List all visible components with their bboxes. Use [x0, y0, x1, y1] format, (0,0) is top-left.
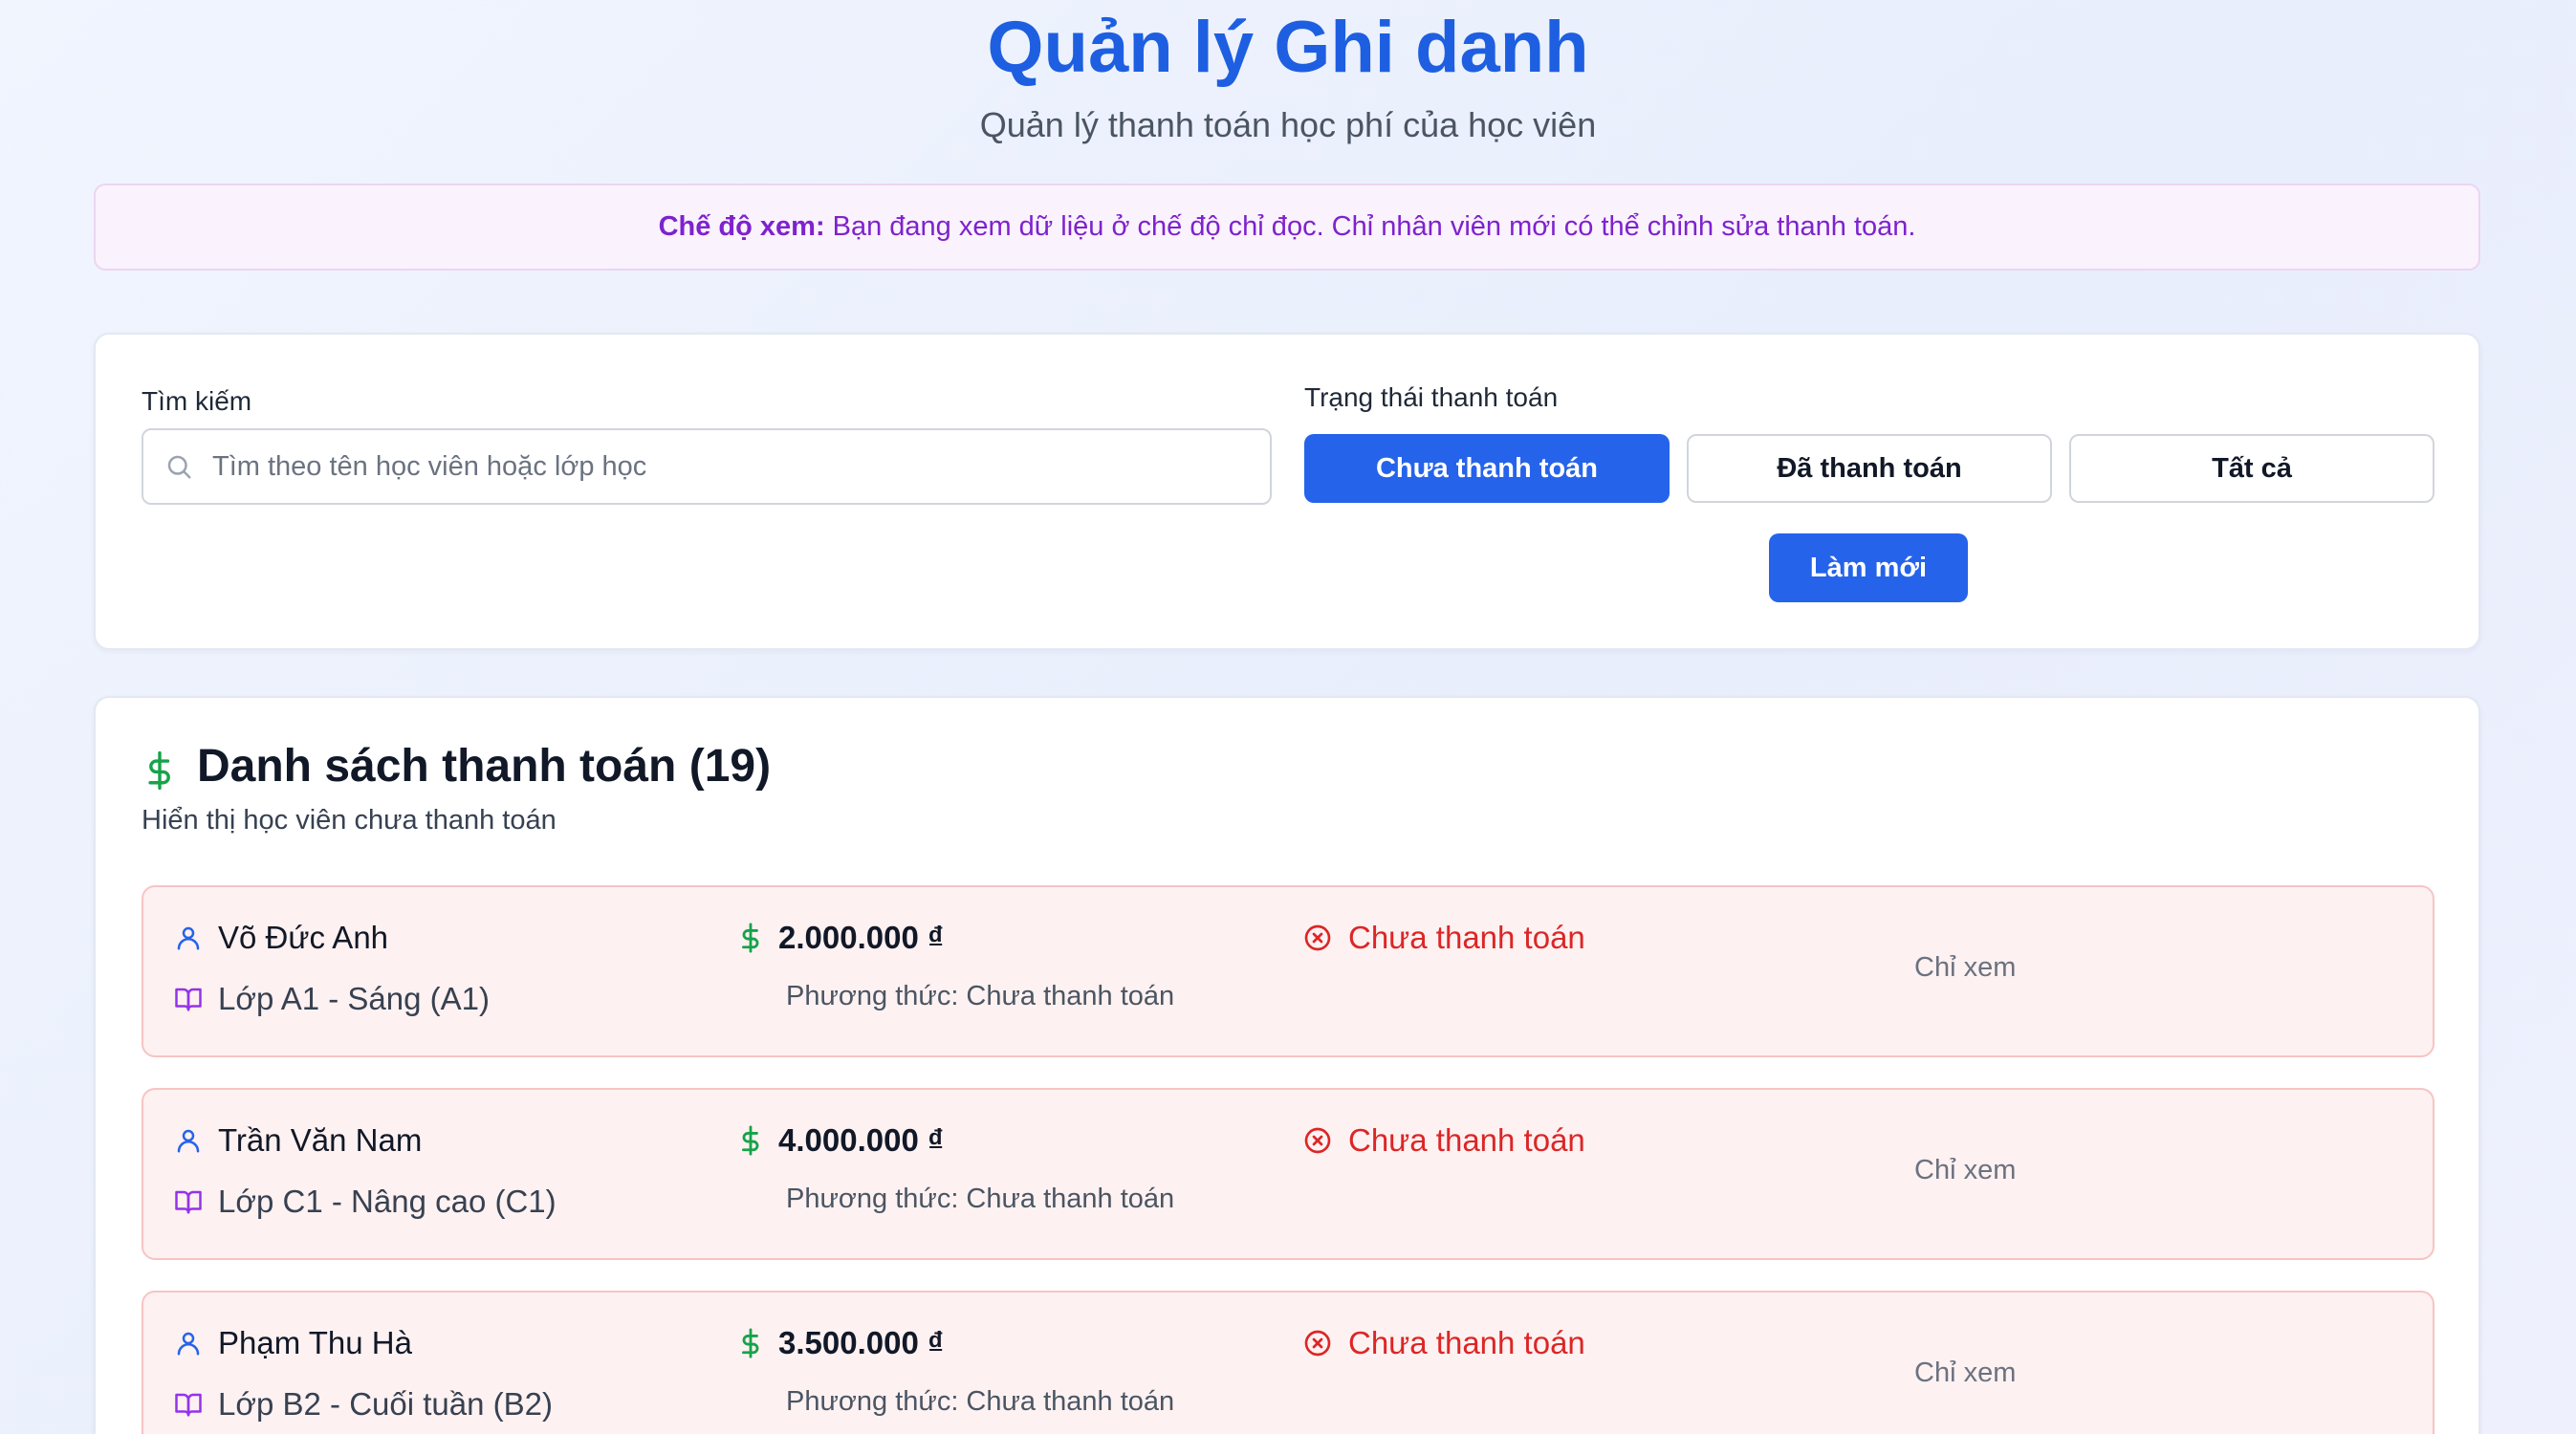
status-text: Chưa thanh toán [1348, 1325, 1585, 1360]
payment-row: Trần Văn Nam Lớp C1 - Nâng cao (C1) 4.00… [142, 1088, 2434, 1260]
status-cell: Chưa thanh toán [1302, 1122, 1585, 1159]
read-only-notice: Chế độ xem: Bạn đang xem dữ liệu ở chế đ… [94, 184, 2480, 271]
class-cell: Lớp C1 - Nâng cao (C1) [174, 1184, 557, 1220]
search-label: Tìm kiếm [142, 386, 252, 416]
status-unpaid-button[interactable]: Chưa thanh toán [1304, 434, 1670, 503]
notice-label: Chế độ xem: [658, 211, 825, 242]
book-open-icon [174, 1390, 203, 1419]
user-icon [174, 1126, 203, 1155]
payment-list-subtitle: Hiển thị học viên chưa thanh toán [142, 805, 557, 836]
class-name: Lớp A1 - Sáng (A1) [218, 981, 490, 1016]
status-text: Chưa thanh toán [1348, 1122, 1585, 1158]
search-input[interactable] [212, 450, 1245, 483]
amount-value: 4.000.000 ₫ [778, 1122, 944, 1158]
student-cell: Trần Văn Nam [174, 1122, 422, 1159]
book-open-icon [174, 985, 203, 1013]
class-cell: Lớp B2 - Cuối tuần (B2) [174, 1386, 553, 1423]
status-text: Chưa thanh toán [1348, 920, 1585, 955]
payment-row: Võ Đức Anh Lớp A1 - Sáng (A1) 2.000.000 … [142, 885, 2434, 1057]
view-only-label: Chỉ xem [1914, 952, 2017, 983]
page: Quản lý Ghi danh Quản lý thanh toán học … [0, 0, 2576, 1434]
payment-row: Phạm Thu Hà Lớp B2 - Cuối tuần (B2) 3.50… [142, 1291, 2434, 1434]
amount-cell: 3.500.000 ₫ [738, 1325, 944, 1361]
amount-cell: 4.000.000 ₫ [738, 1122, 944, 1159]
view-only-label: Chỉ xem [1914, 1155, 2017, 1185]
view-only-label: Chỉ xem [1914, 1358, 2017, 1388]
amount-value: 2.000.000 ₫ [778, 920, 944, 955]
status-cell: Chưa thanh toán [1302, 920, 1585, 956]
page-subtitle: Quản lý thanh toán học phí của học viên [979, 105, 1597, 144]
dollar-icon [738, 922, 763, 954]
status-cell: Chưa thanh toán [1302, 1325, 1585, 1361]
class-cell: Lớp A1 - Sáng (A1) [174, 981, 490, 1017]
amount-cell: 2.000.000 ₫ [738, 920, 944, 956]
payment-list-title: Danh sách thanh toán (19) [197, 741, 772, 792]
status-filter-label: Trạng thái thanh toán [1304, 382, 1559, 412]
student-cell: Võ Đức Anh [174, 920, 388, 956]
dollar-icon [738, 1327, 763, 1359]
search-icon [167, 455, 191, 479]
status-all-button[interactable]: Tất cả [2069, 434, 2434, 503]
filter-card: Tìm kiếm Trạng thái thanh toán Chưa than… [94, 333, 2480, 650]
x-circle-icon [1302, 1125, 1333, 1156]
student-name: Trần Văn Nam [218, 1122, 423, 1158]
payment-method: Phương thức: Chưa thanh toán [786, 981, 1175, 1011]
dollar-icon [143, 750, 176, 796]
payment-list-card: Danh sách thanh toán (19) Hiển thị học v… [94, 696, 2480, 1434]
student-name: Võ Đức Anh [218, 920, 389, 955]
user-icon [174, 1329, 203, 1358]
page-title: Quản lý Ghi danh [987, 7, 1589, 88]
x-circle-icon [1302, 923, 1333, 953]
book-open-icon [174, 1187, 203, 1216]
refresh-button[interactable]: Làm mới [1769, 533, 1968, 602]
payment-method: Phương thức: Chưa thanh toán [786, 1386, 1175, 1417]
class-name: Lớp B2 - Cuối tuần (B2) [218, 1386, 553, 1422]
payment-method: Phương thức: Chưa thanh toán [786, 1184, 1175, 1214]
student-name: Phạm Thu Hà [218, 1325, 412, 1360]
status-paid-button[interactable]: Đã thanh toán [1687, 434, 2052, 503]
user-icon [174, 923, 203, 952]
search-box[interactable] [142, 428, 1272, 505]
student-cell: Phạm Thu Hà [174, 1325, 412, 1361]
dollar-icon [738, 1124, 763, 1157]
amount-value: 3.500.000 ₫ [778, 1325, 944, 1360]
class-name: Lớp C1 - Nâng cao (C1) [218, 1184, 557, 1219]
notice-text: Bạn đang xem dữ liệu ở chế độ chỉ đọc. C… [832, 211, 1916, 242]
x-circle-icon [1302, 1328, 1333, 1358]
